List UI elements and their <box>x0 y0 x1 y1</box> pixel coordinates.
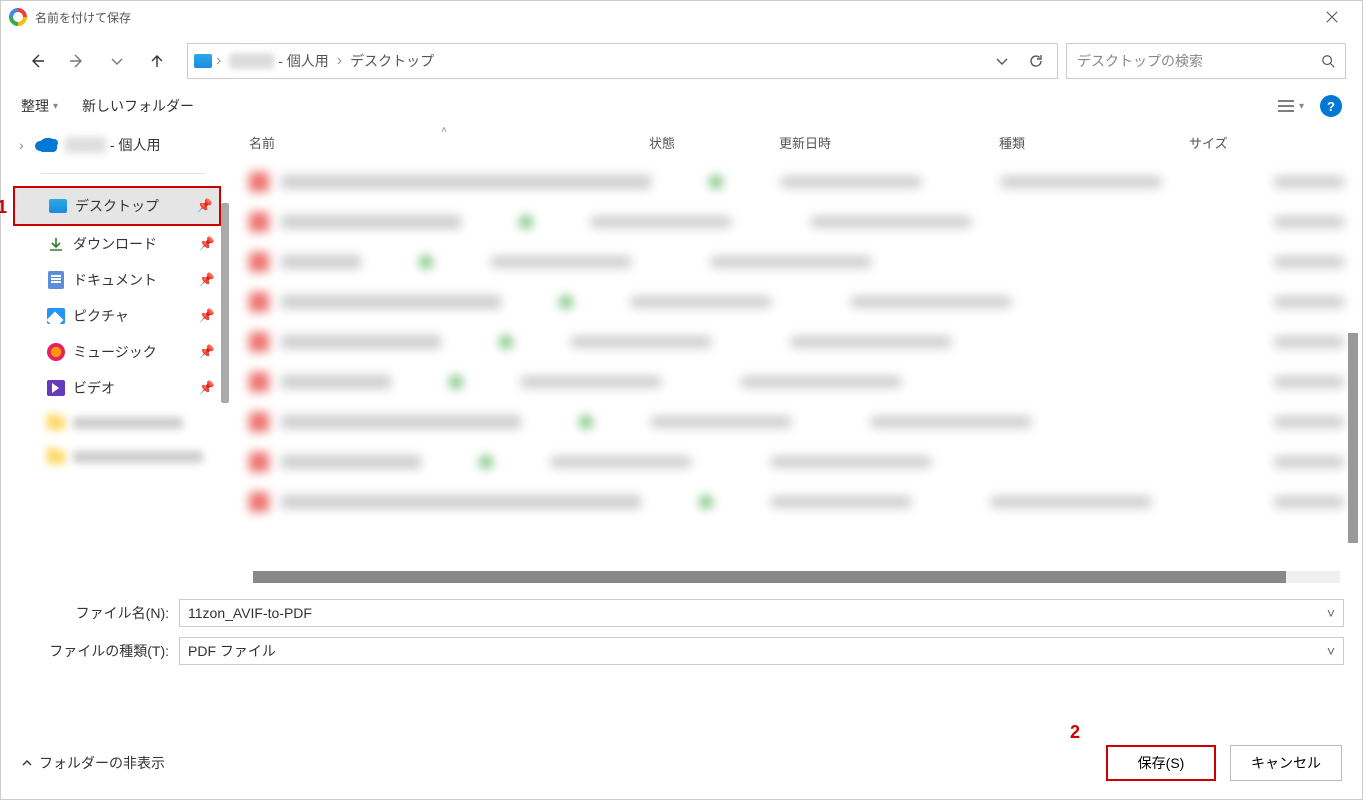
search-input[interactable]: デスクトップの検索 <box>1066 43 1346 79</box>
close-button[interactable] <box>1310 2 1354 32</box>
annotation-1: 1 <box>0 197 7 218</box>
tree-onedrive[interactable]: › xxx - 個人用 <box>13 127 221 163</box>
column-type[interactable]: 種類 <box>991 129 1181 156</box>
organize-menu[interactable]: 整理 ▾ <box>21 96 58 116</box>
tree-downloads[interactable]: ダウンロード 📌 <box>13 226 221 262</box>
sidebar-scrollbar[interactable] <box>221 203 229 403</box>
pin-icon[interactable]: 📌 <box>199 236 215 252</box>
search-icon <box>1321 54 1335 68</box>
chevron-right-icon: › <box>216 52 221 70</box>
tree-desktop[interactable]: デスクトップ 📌 <box>13 186 221 226</box>
tree-music[interactable]: ミュージック 📌 <box>13 334 221 370</box>
help-button[interactable]: ? <box>1320 95 1342 117</box>
chevron-right-icon: › <box>337 52 342 70</box>
file-row[interactable] <box>241 442 1352 482</box>
picture-icon <box>47 308 65 324</box>
tree-folder-blurred[interactable] <box>13 440 221 474</box>
filetype-select[interactable]: PDF ファイル ˅ <box>179 637 1344 665</box>
annotation-2: 2 <box>1070 722 1080 743</box>
folder-icon <box>47 416 65 430</box>
sort-asc-icon: ˄ <box>441 125 447 136</box>
music-icon <box>47 343 65 361</box>
pin-icon[interactable]: 📌 <box>199 344 215 360</box>
download-icon <box>47 235 65 253</box>
pc-icon <box>194 54 212 68</box>
file-row[interactable] <box>241 282 1352 322</box>
file-row[interactable] <box>241 402 1352 442</box>
filename-input[interactable]: 11zon_AVIF-to-PDF ˅ <box>179 599 1344 627</box>
column-state[interactable]: 状態 <box>641 129 771 156</box>
chevron-up-icon <box>21 757 33 769</box>
video-icon <box>47 380 65 396</box>
desktop-icon <box>49 199 67 213</box>
hide-folders-toggle[interactable]: フォルダーの非表示 <box>21 753 165 773</box>
pin-icon[interactable]: 📌 <box>197 198 213 214</box>
breadcrumb-user[interactable]: xxx - 個人用 <box>225 51 332 71</box>
file-row[interactable] <box>241 482 1352 522</box>
file-row[interactable] <box>241 202 1352 242</box>
folder-icon <box>47 450 65 464</box>
filename-label: ファイル名(N): <box>19 603 179 623</box>
up-button[interactable] <box>141 45 173 77</box>
chevron-down-icon[interactable]: ˅ <box>1327 605 1335 621</box>
file-row[interactable] <box>241 322 1352 362</box>
column-name[interactable]: ˄名前 <box>241 129 641 156</box>
chevron-down-icon[interactable]: ˅ <box>1327 643 1335 659</box>
save-button[interactable]: 保存(S) <box>1106 745 1216 781</box>
recent-dropdown[interactable] <box>101 45 133 77</box>
refresh-button[interactable] <box>1021 46 1051 76</box>
file-row[interactable] <box>241 362 1352 402</box>
cancel-button[interactable]: キャンセル <box>1230 745 1342 781</box>
view-options-button[interactable]: ▾ <box>1277 99 1304 113</box>
chevron-right-icon[interactable]: › <box>19 137 31 153</box>
onedrive-icon <box>39 138 57 152</box>
address-dropdown[interactable] <box>987 46 1017 76</box>
tree-folder-blurred[interactable] <box>13 406 221 440</box>
pin-icon[interactable]: 📌 <box>199 380 215 396</box>
tree-pictures[interactable]: ピクチャ 📌 <box>13 298 221 334</box>
file-list: ˄名前 状態 更新日時 種類 サイズ <box>231 123 1362 585</box>
forward-button[interactable] <box>61 45 93 77</box>
navigation-tree: 1 › xxx - 個人用 デスクトップ 📌 ダウンロード 📌 ドキュメント 📌… <box>1 123 231 585</box>
back-button[interactable] <box>21 45 53 77</box>
column-size[interactable]: サイズ <box>1181 129 1352 156</box>
file-row[interactable] <box>241 162 1352 202</box>
search-placeholder: デスクトップの検索 <box>1077 51 1321 71</box>
chrome-icon <box>9 8 27 26</box>
pin-icon[interactable]: 📌 <box>199 308 215 324</box>
tree-videos[interactable]: ビデオ 📌 <box>13 370 221 406</box>
new-folder-button[interactable]: 新しいフォルダー <box>82 96 194 116</box>
file-row[interactable] <box>241 242 1352 282</box>
pin-icon[interactable]: 📌 <box>199 272 215 288</box>
document-icon <box>48 271 64 289</box>
filetype-label: ファイルの種類(T): <box>19 641 179 661</box>
horizontal-scrollbar[interactable] <box>253 571 1340 583</box>
breadcrumb-desktop[interactable]: デスクトップ <box>346 51 438 71</box>
vertical-scrollbar[interactable] <box>1348 333 1358 543</box>
tree-documents[interactable]: ドキュメント 📌 <box>13 262 221 298</box>
window-title: 名前を付けて保存 <box>35 9 131 26</box>
address-bar[interactable]: › xxx - 個人用 › デスクトップ <box>187 43 1058 79</box>
column-modified[interactable]: 更新日時 <box>771 129 991 156</box>
